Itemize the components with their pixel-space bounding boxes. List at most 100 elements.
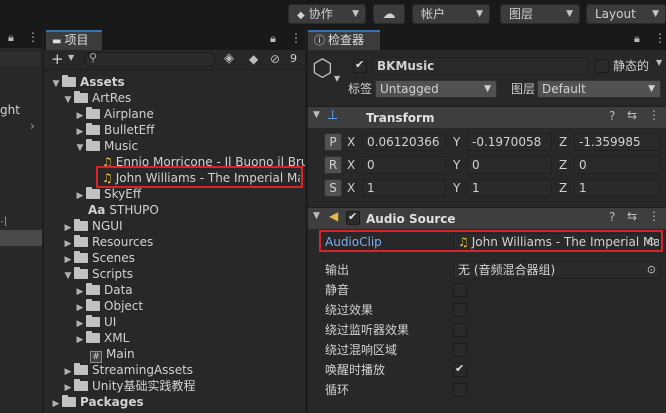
- tree-item-scripts[interactable]: ▼ Scripts: [62, 266, 133, 282]
- chevron-right-icon[interactable]: ›: [30, 118, 35, 134]
- transform-axes-icon: ⟂: [328, 107, 338, 123]
- lock-icon[interactable]: 🔒︎: [8, 31, 14, 45]
- add-asset-button[interactable]: +: [51, 50, 64, 68]
- layers-dropdown[interactable]: 图层 ▼: [500, 4, 580, 24]
- more-menu-icon[interactable]: ⋮: [648, 108, 660, 122]
- position-button[interactable]: P: [324, 133, 342, 151]
- tree-item-script-main[interactable]: # Main: [90, 346, 135, 363]
- chevron-down-icon: ▼: [476, 9, 483, 19]
- gameobject-cube-icon: ⬡: [312, 54, 333, 82]
- expanded-triangle-icon[interactable]: ▼: [74, 140, 86, 156]
- loop-checkbox[interactable]: [453, 383, 467, 397]
- layout-dropdown[interactable]: Layout ▼: [586, 4, 666, 24]
- hierarchy-item-label[interactable]: ·l: [0, 214, 7, 230]
- project-search-input[interactable]: ⚲: [84, 51, 216, 67]
- folder-icon: [74, 379, 88, 391]
- position-z-field[interactable]: -1.359985: [574, 133, 660, 151]
- chevron-down-icon[interactable]: ▼: [68, 53, 74, 62]
- tree-item-scenes[interactable]: ▶ Scenes: [62, 250, 135, 266]
- gameobject-active-checkbox[interactable]: [353, 58, 367, 73]
- gameobject-name-field[interactable]: BKMusic: [372, 57, 588, 75]
- more-menu-icon[interactable]: ⋮: [648, 209, 660, 223]
- expanded-triangle-icon[interactable]: ▼: [50, 76, 62, 92]
- hidden-packages-icon[interactable]: ⊘: [270, 52, 280, 66]
- chevron-down-icon[interactable]: ▼: [334, 74, 340, 83]
- scale-y-field[interactable]: 1: [467, 179, 552, 197]
- tree-item-unity-tutorial[interactable]: ▶ Unity基础实践教程: [62, 378, 196, 394]
- help-icon[interactable]: ?: [609, 109, 615, 123]
- folder-icon: [62, 395, 76, 407]
- static-checkbox[interactable]: [595, 59, 609, 73]
- filter-by-type-icon[interactable]: ◈: [224, 51, 234, 66]
- account-dropdown[interactable]: 帐户 ▼: [412, 4, 490, 24]
- folder-icon: [86, 283, 100, 295]
- lock-icon[interactable]: 🔒︎: [634, 32, 640, 46]
- tree-item-resources[interactable]: ▶ Resources: [62, 234, 153, 250]
- bypass-reverb-zones-checkbox[interactable]: [453, 343, 467, 357]
- more-menu-icon[interactable]: ⋮: [290, 31, 302, 45]
- hierarchy-search-input[interactable]: [0, 52, 40, 66]
- tree-item-bulleteff[interactable]: ▶ BulletEff: [74, 122, 154, 138]
- tree-item-ngui[interactable]: ▶ NGUI: [62, 218, 123, 234]
- tab-project[interactable]: ▬ 项目: [46, 30, 102, 50]
- more-menu-icon[interactable]: ⋮: [654, 31, 666, 45]
- rotation-x-field[interactable]: 0: [362, 156, 446, 174]
- scale-button[interactable]: S: [324, 179, 342, 197]
- tree-item-music[interactable]: ▼ Music: [74, 138, 138, 154]
- audio-source-title: Audio Source: [366, 212, 456, 226]
- tree-item-xml[interactable]: ▶ XML: [74, 330, 129, 346]
- position-y-field[interactable]: -0.1970058: [467, 133, 552, 151]
- tree-item-airplane[interactable]: ▶ Airplane: [74, 106, 154, 122]
- tab-inspector[interactable]: ⓘ 检查器: [308, 30, 380, 50]
- panel-divider[interactable]: [42, 28, 44, 413]
- object-picker-icon[interactable]: ⊙: [647, 262, 656, 278]
- axis-x-label: X: [347, 181, 356, 195]
- tree-item-packages[interactable]: ▶ Packages: [50, 394, 144, 410]
- collapsed-triangle-icon[interactable]: ▶: [50, 396, 62, 412]
- scale-x-field[interactable]: 1: [362, 179, 446, 197]
- collapsed-triangle-icon[interactable]: ▶: [74, 188, 86, 204]
- tag-dropdown[interactable]: Untagged ▼: [375, 80, 497, 98]
- folder-icon: ▬: [52, 36, 62, 47]
- rotation-z-field[interactable]: 0: [574, 156, 660, 174]
- collapsed-triangle-icon[interactable]: ▶: [74, 332, 86, 348]
- presets-icon[interactable]: ⇆: [627, 209, 637, 223]
- expanded-triangle-icon[interactable]: ▼: [313, 110, 320, 120]
- tree-item-data[interactable]: ▶ Data: [74, 282, 133, 298]
- expanded-triangle-icon[interactable]: ▼: [62, 268, 74, 284]
- collab-button[interactable]: ◆ 协作 ▼: [288, 4, 366, 24]
- tree-item-assets[interactable]: ▼ Assets: [50, 74, 125, 90]
- tree-item-artres[interactable]: ▼ ArtRes: [62, 90, 131, 106]
- layer-dropdown[interactable]: Default ▼: [537, 80, 661, 98]
- tree-item-object[interactable]: ▶ Object: [74, 298, 143, 314]
- filter-by-label-icon[interactable]: ◆: [249, 52, 258, 66]
- highlight-box-audio-file: [96, 166, 303, 188]
- mute-checkbox[interactable]: [453, 283, 467, 297]
- cloud-button[interactable]: ☁: [373, 4, 405, 24]
- tree-item-skyeff[interactable]: ▶ SkyEff: [74, 186, 141, 202]
- panel-divider[interactable]: [305, 28, 308, 413]
- scale-z-field[interactable]: 1: [574, 179, 660, 197]
- bypass-effects-checkbox[interactable]: [453, 303, 467, 317]
- more-menu-icon[interactable]: ⋮: [27, 30, 39, 44]
- expanded-triangle-icon[interactable]: ▼: [313, 211, 320, 221]
- help-icon[interactable]: ?: [609, 210, 615, 224]
- tree-item-font-sthupo[interactable]: Aa STHUPO: [88, 202, 159, 218]
- expanded-triangle-icon[interactable]: ▼: [62, 92, 74, 108]
- bypass-listener-effects-checkbox[interactable]: [453, 323, 467, 337]
- play-on-awake-checkbox[interactable]: [453, 362, 467, 377]
- axis-x-label: X: [347, 158, 356, 172]
- chevron-down-icon[interactable]: ▼: [656, 58, 662, 67]
- rotation-y-field[interactable]: 0: [467, 156, 552, 174]
- tree-item-ui[interactable]: ▶ UI: [74, 314, 116, 330]
- lock-icon[interactable]: 🔒︎: [270, 32, 276, 46]
- hierarchy-item-label[interactable]: ght: [0, 102, 20, 118]
- tree-item-streamingassets[interactable]: ▶ StreamingAssets: [62, 362, 193, 378]
- folder-icon: [74, 219, 88, 231]
- position-x-field[interactable]: 0.06120366: [362, 133, 446, 151]
- audio-source-enabled-checkbox[interactable]: [346, 210, 360, 225]
- rotation-button[interactable]: R: [324, 156, 342, 174]
- output-mixer-field[interactable]: 无 (音频混合器组) ⊙: [453, 261, 660, 279]
- presets-icon[interactable]: ⇆: [627, 108, 637, 122]
- hierarchy-selected-row[interactable]: [0, 230, 42, 246]
